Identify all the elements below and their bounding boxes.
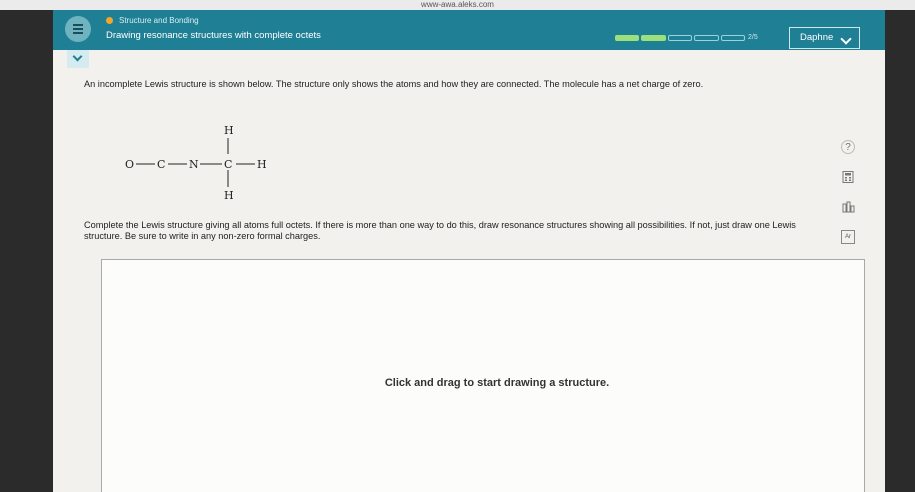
atom-carbon-2: C [224, 158, 232, 171]
topic-status-dot [106, 17, 113, 24]
atom-hydrogen-bottom: H [224, 189, 234, 202]
user-menu-button[interactable]: Daphne [789, 27, 860, 49]
periodic-table-icon[interactable]: Ar [841, 230, 855, 244]
lesson-title: Drawing resonance structures with comple… [106, 30, 321, 41]
chart-icon[interactable] [841, 200, 855, 214]
question-prompt: An incomplete Lewis structure is shown b… [84, 79, 704, 89]
menu-icon[interactable] [65, 16, 91, 42]
atom-oxygen: O [125, 158, 134, 171]
atom-hydrogen-right: H [257, 158, 267, 171]
topic-title: Structure and Bonding [119, 16, 199, 25]
help-icon[interactable]: ? [841, 140, 855, 154]
progress-label: 2/5 [748, 34, 758, 41]
user-name: Daphne [800, 32, 834, 43]
canvas-hint: Click and drag to start drawing a struct… [384, 377, 610, 389]
question-instructions: Complete the Lewis structure giving all … [84, 220, 796, 241]
lewis-structure: O C N C H H H [125, 124, 267, 202]
chevron-down-icon [72, 51, 83, 62]
atom-carbon-1: C [157, 158, 165, 171]
progress-bar [615, 35, 746, 41]
top-header: Structure and Bonding Drawing resonance … [53, 10, 885, 50]
aleks-app: Structure and Bonding Drawing resonance … [53, 10, 885, 492]
browser-url-bar: www-awa.aleks.com [0, 0, 915, 10]
calculator-icon[interactable] [841, 170, 855, 184]
atom-hydrogen-top: H [224, 124, 234, 137]
drawing-canvas[interactable]: Click and drag to start drawing a struct… [101, 259, 865, 492]
chevron-down-icon [840, 33, 852, 45]
atom-nitrogen: N [189, 158, 199, 171]
collapse-toggle[interactable] [67, 50, 89, 68]
